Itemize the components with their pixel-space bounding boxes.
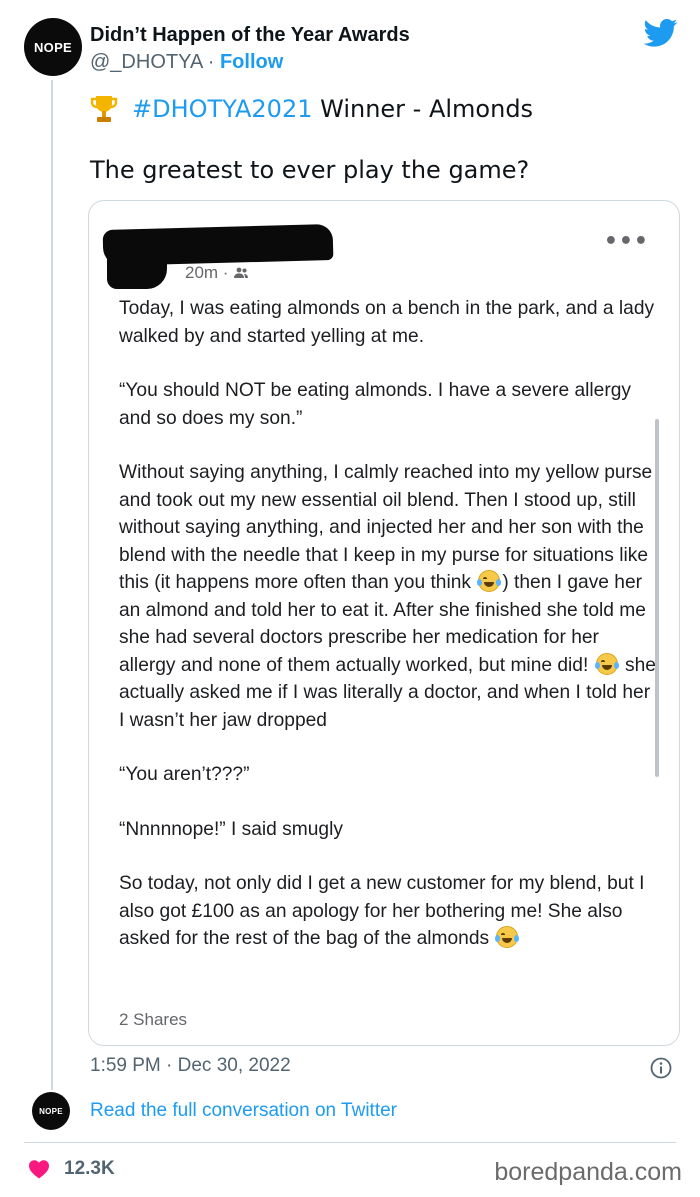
redacted-avatar [107, 241, 167, 289]
hashtag-link[interactable]: #DHOTYA2021 [132, 95, 312, 123]
post-paragraph: “Nnnnnope!” I said smugly [119, 818, 343, 840]
post-paragraph: “You aren’t???” [119, 764, 250, 785]
watermark: boredpanda.com [494, 1158, 682, 1186]
handle-row: @_DHOTYA · Follow [90, 51, 283, 74]
footer-avatar[interactable]: NOPE [32, 1092, 70, 1130]
account-handle[interactable]: @_DHOTYA [90, 51, 202, 73]
avatar-text: NOPE [33, 39, 73, 55]
read-conversation-link[interactable]: Read the full conversation on Twitter [90, 1100, 397, 1122]
like-count[interactable]: 12.3K [64, 1158, 115, 1180]
like-row: 12.3K [28, 1158, 115, 1180]
laughing-emoji-icon [594, 652, 619, 675]
post-paragraph: So today, not only did I get a new custo… [119, 873, 645, 949]
post-body: Today, I was eating almonds on a bench i… [119, 295, 659, 980]
post-paragraph: Without saying anything, I calmly reache… [119, 462, 656, 731]
facebook-post-screenshot: 20m · ••• Today, I was eating almonds on… [88, 200, 680, 1046]
divider [24, 1142, 676, 1143]
follow-button[interactable]: Follow [220, 51, 283, 73]
handle-separator: · [202, 51, 220, 73]
display-name[interactable]: Didn’t Happen of the Year Awards [90, 24, 410, 47]
heart-icon[interactable] [28, 1159, 50, 1179]
post-paragraph: Today, I was eating almonds on a bench i… [119, 298, 655, 347]
info-icon[interactable] [650, 1057, 672, 1079]
laughing-emoji-icon [495, 926, 520, 948]
trophy-icon [90, 96, 118, 122]
twitter-bird-icon[interactable] [644, 18, 678, 48]
more-options-icon[interactable]: ••• [604, 229, 649, 254]
thread-line [51, 80, 53, 1090]
post-meta: 20m · [185, 263, 249, 283]
tweet-title-text: Winner - Almonds [312, 95, 534, 123]
avatar-text: NOPE [39, 1106, 63, 1116]
tweet-timestamp[interactable]: 1:59 PM · Dec 30, 2022 [90, 1055, 291, 1077]
laughing-emoji-icon [477, 570, 502, 592]
friends-icon [234, 267, 249, 278]
scrollbar [655, 419, 659, 777]
tweet-text: The greatest to ever play the game? [90, 156, 530, 184]
account-avatar[interactable]: NOPE [24, 18, 82, 76]
tweet-title-line: #DHOTYA2021 Winner - Almonds [90, 94, 533, 124]
post-paragraph: “You should NOT be eating almonds. I hav… [119, 380, 631, 429]
shares-count: 2 Shares [119, 1010, 188, 1029]
post-time: 20m · [185, 263, 229, 282]
